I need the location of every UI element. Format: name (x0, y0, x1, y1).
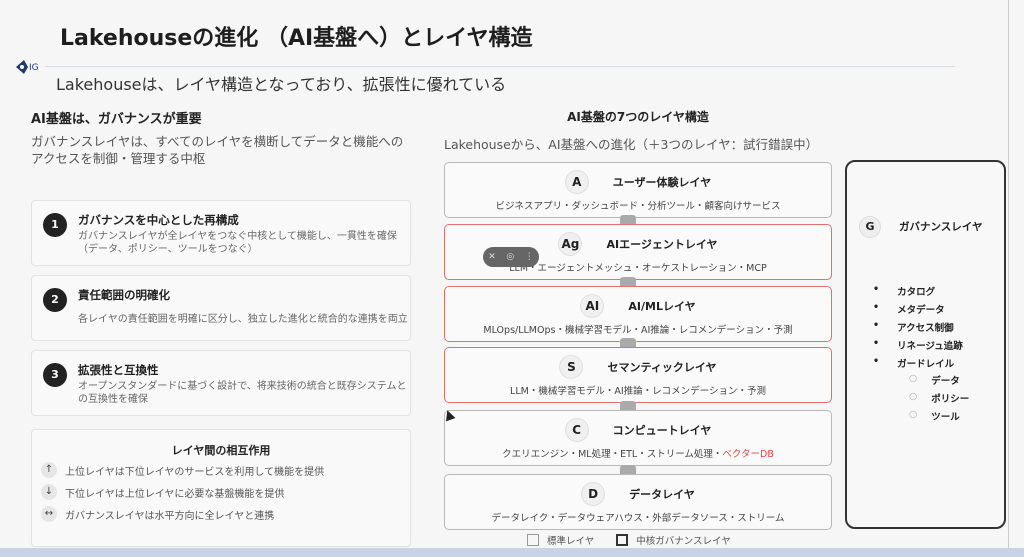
right-heading: AI基盤の7つのレイヤ構造 (567, 110, 709, 124)
principle-card: 3 拡張性と互換性 オープンスタンダードに基づく設計で、将来技術の統合と既存シス… (31, 350, 411, 416)
layer-compute: C コンピュートレイヤ クエリエンジン・ML処理・ETL・ストリーム処理・ベクター… (444, 410, 832, 466)
principle-card: 1 ガバナンスを中心とした再構成 ガバナンスレイヤが全レイヤをつなぐ中核として機… (31, 200, 411, 266)
highlight-text: ベクターDB (722, 449, 774, 460)
arrow-down-icon: ↓ (41, 484, 57, 500)
principle-card: 2 責任範囲の明確化 各レイヤの責任範囲を明確に区分し、独立した進化と統合的な連… (31, 275, 411, 341)
governance-item: • アクセス制御 (873, 320, 954, 334)
floating-toolbar[interactable]: ✕ ◎ ⋮ (483, 247, 539, 267)
interaction-item: ↑ 上位レイヤは下位レイヤのサービスを利用して機能を提供 (41, 462, 324, 478)
layer-badge: D (581, 482, 606, 506)
layer-ai-ml: AI AI/MLレイヤ MLOps/LLMOps・機械学習モデル・AI推論・レコメ… (444, 286, 832, 342)
svg-text:IG: IG (29, 63, 39, 73)
left-description: ガバナンスレイヤは、すべてのレイヤを横断してデータと機能へのアクセスを制御・管理… (31, 134, 404, 166)
interaction-panel: レイヤ間の相互作用 ↑ 上位レイヤは下位レイヤのサービスを利用して機能を提供 ↓ 下… (31, 429, 411, 547)
number-badge: 2 (43, 288, 67, 312)
page-title: Lakehouseの進化 （AI基盤へ）とレイヤ構造 (60, 26, 533, 51)
card-desc: オープンスタンダードに基づく設計で、将来技術の統合と既存システムとの互換性を確保 (78, 381, 407, 405)
legend-label: 標準レイヤ (547, 536, 595, 547)
layer-name: セマンティックレイヤ (607, 361, 717, 374)
number-badge: 3 (43, 363, 67, 387)
layer-desc-text: クエリエンジン・ML処理・ETL・ストリーム処理・ (502, 449, 723, 460)
page-subtitle: Lakehouseは、レイヤ構造となっており、拡張性に優れている (56, 75, 507, 94)
interaction-title: レイヤ間の相互作用 (171, 444, 271, 457)
layer-data: D データレイヤ データレイク・データウェアハウス・外部データソース・ストリーム (444, 474, 832, 530)
governance-subitem: ○ ツール (909, 409, 960, 423)
card-title: 責任範囲の明確化 (78, 288, 170, 302)
governance-layer: G ガバナンスレイヤ • カタログ • メタデータ • アクセス制御 • リネージュ追跡… (845, 160, 1006, 529)
governance-item: • メタデータ (873, 302, 945, 316)
layer-desc: クエリエンジン・ML処理・ETL・ストリーム処理・ベクターDB (445, 446, 831, 460)
layer-desc: MLOps/LLMOps・機械学習モデル・AI推論・レコメンデーション・予測 (483, 325, 793, 336)
card-title: ガバナンスを中心とした再構成 (78, 213, 239, 227)
layer-badge: G (859, 216, 881, 238)
layer-name: ユーザー体験レイヤ (612, 176, 712, 189)
arrow-up-icon: ↑ (41, 462, 57, 478)
pin-off-icon[interactable]: ✕ (488, 252, 496, 262)
number-badge: 1 (43, 213, 67, 237)
layer-badge: Ag (558, 232, 583, 256)
interaction-item: ↔ ガバナンスレイヤは水平方向に全レイヤと連携 (41, 506, 274, 522)
layer-badge: S (559, 355, 584, 379)
layer-desc: ビジネスアプリ・ダッシュボード・分析ツール・顧客向けサービス (495, 201, 781, 212)
layer-name: データレイヤ (629, 488, 695, 501)
layer-name: ガバナンスレイヤ (899, 221, 983, 233)
interaction-item: ↓ 下位レイヤは上位レイヤに必要な基盤機能を提供 (41, 484, 284, 500)
governance-item: • リネージュ追跡 (873, 338, 963, 352)
arrow-left-right-icon: ↔ (41, 506, 57, 522)
legend: 標準レイヤ 中核ガバナンスレイヤ (527, 533, 731, 547)
core-swatch (616, 534, 629, 546)
card-desc: ガバナンスレイヤが全レイヤをつなぐ中核として機能し、一貫性を確保（データ、ポリシ… (78, 231, 397, 255)
card-desc: 各レイヤの責任範囲を明確に区分し、独立した進化と統合的な連携を両立 (78, 314, 408, 325)
governance-item: • ガードレイル (873, 356, 955, 370)
logo-icon: IG (16, 60, 39, 74)
interaction-text: 上位レイヤは下位レイヤのサービスを利用して機能を提供 (65, 466, 325, 478)
governance-item: • カタログ (873, 284, 936, 298)
divider (45, 66, 955, 67)
governance-subitem: ○ データ (909, 373, 960, 387)
visibility-off-icon[interactable]: ◎ (506, 252, 514, 262)
layer-name: AI/MLレイヤ (628, 300, 696, 313)
interaction-text: ガバナンスレイヤは水平方向に全レイヤと連携 (65, 510, 275, 522)
layer-badge: C (564, 418, 589, 442)
legend-label: 中核ガバナンスレイヤ (636, 536, 731, 547)
divider (1008, 0, 1009, 548)
standard-swatch (527, 534, 539, 546)
interaction-text: 下位レイヤは上位レイヤに必要な基盤機能を提供 (65, 488, 285, 500)
layer-name: コンピュートレイヤ (612, 424, 712, 437)
layer-badge: AI (580, 294, 605, 318)
bottom-bar (0, 548, 1024, 557)
right-description: Lakehouseから、AI基盤への進化（＋3つのレイヤ：試行錯誤中） (444, 137, 819, 152)
layer-desc: LLM・機械学習モデル・AI推論・レコメンデーション・予測 (510, 386, 766, 397)
layer-badge: A (564, 170, 589, 194)
layer-semantic: S セマンティックレイヤ LLM・機械学習モデル・AI推論・レコメンデーション・予… (444, 347, 832, 403)
left-heading: AI基盤は、ガバナンスが重要 (31, 112, 202, 127)
layer-desc: データレイク・データウェアハウス・外部データソース・ストリーム (491, 513, 785, 524)
card-title: 拡張性と互換性 (78, 363, 159, 377)
more-icon[interactable]: ⋮ (525, 252, 534, 262)
governance-subitem: ○ ポリシー (909, 391, 970, 405)
layer-user-experience: A ユーザー体験レイヤ ビジネスアプリ・ダッシュボード・分析ツール・顧客向けサービ… (444, 162, 832, 218)
layer-name: AIエージェントレイヤ (606, 238, 718, 251)
